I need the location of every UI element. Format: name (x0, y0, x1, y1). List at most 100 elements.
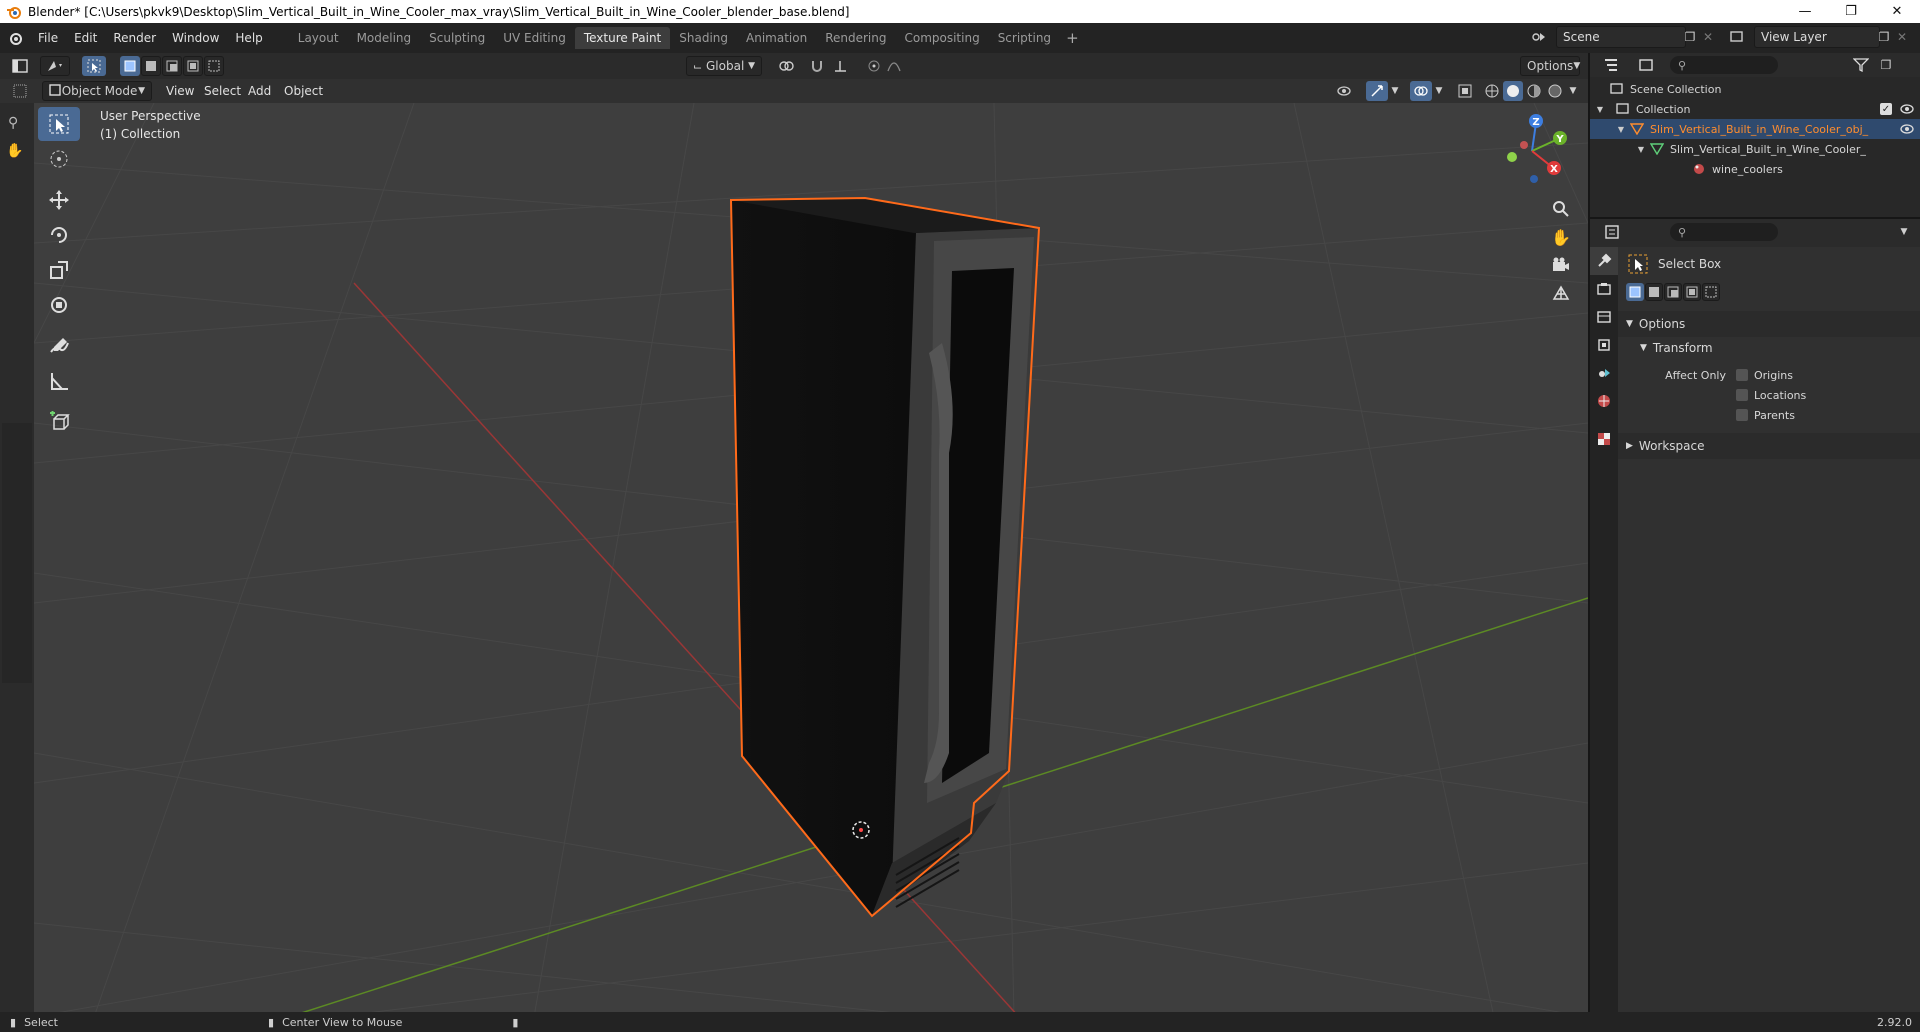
tab-uv-editing[interactable]: UV Editing (494, 27, 575, 49)
gizmo-dropdown-icon[interactable]: ▼ (1388, 81, 1402, 101)
object-mode-dropdown[interactable]: Object Mode ▼ (42, 81, 152, 101)
menu-file[interactable]: File (30, 27, 66, 49)
add-cube-tool[interactable] (38, 405, 80, 439)
pan-view-icon[interactable]: ✋ (1547, 223, 1575, 251)
tab-compositing[interactable]: Compositing (895, 27, 988, 49)
viewport-menu-add[interactable]: Add (240, 80, 279, 102)
outliner-item-material[interactable]: wine_coolers (1590, 159, 1920, 179)
snap-target-dropdown[interactable] (828, 56, 858, 76)
chevron-down-icon[interactable]: ▼ (1894, 222, 1914, 242)
delete-view-layer-icon[interactable]: ✕ (1894, 27, 1910, 47)
mode-set-icon[interactable] (120, 56, 140, 76)
texture-paint-icon[interactable] (8, 81, 32, 101)
tab-texture-paint[interactable]: Texture Paint (574, 27, 671, 49)
solid-shading-icon[interactable] (1503, 81, 1523, 101)
view-layer-selector-icon[interactable] (1722, 27, 1752, 47)
transform-tool[interactable] (38, 288, 80, 322)
view-layer-field[interactable]: View Layer (1754, 26, 1880, 48)
scene-selector-icon[interactable] (1524, 27, 1554, 47)
overlay-dropdown-icon[interactable]: ▼ (1432, 81, 1446, 101)
tool-tab-icon[interactable] (1590, 247, 1618, 275)
origins-checkbox[interactable] (1736, 369, 1748, 381)
wireframe-shading-icon[interactable] (1482, 81, 1502, 101)
tool-settings-dropdown[interactable] (40, 56, 70, 76)
scene-name-field[interactable]: Scene (1556, 26, 1686, 48)
outliner-item-collection[interactable]: ▼ Collection ✓ (1590, 99, 1920, 119)
tab-animation[interactable]: Animation (737, 27, 816, 49)
parents-checkbox[interactable] (1736, 409, 1748, 421)
menu-window[interactable]: Window (164, 27, 227, 49)
checkbox-icon[interactable]: ✓ (1880, 103, 1892, 115)
tab-layout[interactable]: Layout (289, 27, 348, 49)
overlay-toggle-icon[interactable] (1410, 81, 1432, 101)
snap-toggle-icon[interactable] (806, 56, 828, 76)
expand-arrow-icon[interactable]: ▼ (1590, 105, 1610, 114)
new-view-layer-icon[interactable]: ❐ (1874, 27, 1894, 47)
expand-arrow-icon[interactable]: ▼ (1590, 145, 1650, 154)
tab-modeling[interactable]: Modeling (348, 27, 421, 49)
zoom-view-icon[interactable] (1547, 195, 1575, 223)
close-window-button[interactable]: ✕ (1874, 0, 1920, 23)
mode-intersect-icon[interactable] (204, 56, 224, 76)
options-dropdown[interactable]: Options ▼ (1520, 56, 1580, 76)
menu-help[interactable]: Help (227, 27, 270, 49)
new-scene-icon[interactable]: ❐ (1680, 27, 1700, 47)
outliner-editor-type-icon[interactable] (1594, 55, 1628, 75)
transform-orientation-dropdown[interactable]: ⌙ Global ▼ (686, 56, 762, 76)
view-layer-tab-icon[interactable] (1590, 331, 1618, 359)
material-shading-icon[interactable] (1524, 81, 1544, 101)
delete-scene-icon[interactable]: ✕ (1700, 27, 1716, 47)
hand-pan-icon[interactable]: ✋ (6, 143, 23, 159)
display-mode-icon[interactable] (1632, 55, 1662, 75)
options-panel-header[interactable]: ▼ Options (1618, 311, 1920, 337)
cursor-tool[interactable] (38, 142, 80, 176)
shading-dropdown-icon[interactable]: ▼ (1566, 81, 1580, 101)
proportional-edit-icon[interactable] (864, 56, 884, 76)
new-collection-icon[interactable]: ❐ (1876, 55, 1896, 75)
select-box-tool-icon[interactable] (82, 56, 106, 76)
expand-arrow-icon[interactable]: ▼ (1590, 125, 1630, 134)
maximize-button[interactable]: ❐ (1828, 0, 1874, 23)
scale-tool[interactable] (38, 253, 80, 287)
output-tab-icon[interactable] (1590, 303, 1618, 331)
mode-invert-icon[interactable] (1683, 283, 1701, 301)
scene-tab-icon[interactable] (1590, 359, 1618, 387)
mode-extend-icon[interactable] (1645, 283, 1663, 301)
outliner-item-mesh-data[interactable]: ▼ Slim_Vertical_Built_in_Wine_Cooler_ (1590, 139, 1920, 159)
select-box-tool[interactable] (38, 107, 80, 141)
camera-view-icon[interactable] (1547, 251, 1575, 279)
rotate-tool[interactable] (38, 218, 80, 252)
world-tab-icon[interactable] (1590, 387, 1618, 415)
annotate-tool[interactable] (38, 329, 80, 363)
proportional-falloff-icon[interactable] (884, 56, 904, 76)
tab-sculpting[interactable]: Sculpting (420, 27, 494, 49)
outliner-item-object[interactable]: ▼ Slim_Vertical_Built_in_Wine_Cooler_obj… (1590, 119, 1920, 139)
mode-subtract-icon[interactable] (162, 56, 182, 76)
move-tool[interactable] (38, 183, 80, 217)
mode-set-icon[interactable] (1626, 283, 1644, 301)
visibility-dropdown[interactable] (1330, 81, 1360, 101)
viewport-menu-object[interactable]: Object (276, 80, 331, 102)
3d-viewport[interactable]: User Perspective (1) Collection Z Y X ✋ (34, 103, 1588, 1017)
minimize-button[interactable]: — (1782, 0, 1828, 23)
xray-toggle-icon[interactable] (1454, 81, 1476, 101)
pivot-point-dropdown[interactable] (770, 56, 804, 76)
menu-render[interactable]: Render (105, 27, 164, 49)
ortho-toggle-icon[interactable] (1547, 279, 1575, 307)
workspace-panel-header[interactable]: ▶ Workspace (1618, 433, 1920, 459)
zoom-icon[interactable]: ⚲ (8, 115, 18, 131)
filter-icon[interactable] (1846, 55, 1876, 75)
properties-search-input[interactable]: ⚲ (1670, 223, 1778, 241)
tab-rendering[interactable]: Rendering (816, 27, 895, 49)
locations-checkbox[interactable] (1736, 389, 1748, 401)
mode-invert-icon[interactable] (183, 56, 203, 76)
outliner-item-scene-collection[interactable]: Scene Collection (1590, 79, 1920, 99)
blender-menu-icon[interactable] (0, 27, 30, 49)
tab-scripting[interactable]: Scripting (989, 27, 1060, 49)
tab-shading[interactable]: Shading (670, 27, 737, 49)
transform-subpanel-header[interactable]: ▼ Transform (1618, 337, 1920, 359)
mode-subtract-icon[interactable] (1664, 283, 1682, 301)
properties-editor-type-icon[interactable] (1596, 222, 1630, 242)
menu-edit[interactable]: Edit (66, 27, 105, 49)
outliner-search-input[interactable]: ⚲ (1670, 56, 1778, 74)
